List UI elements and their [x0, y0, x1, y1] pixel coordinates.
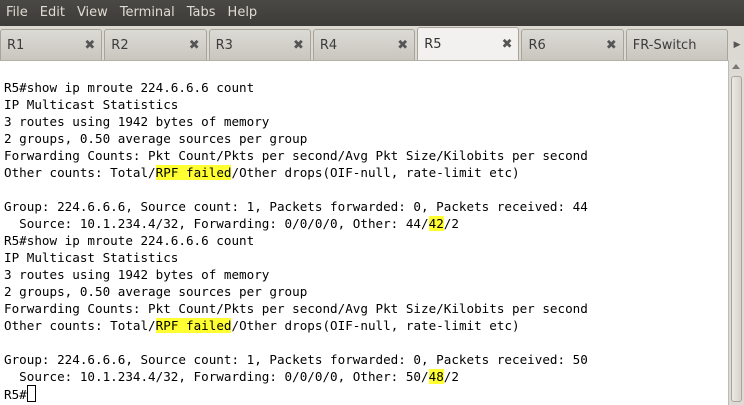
tab-r2[interactable]: R2 ✖ — [104, 29, 207, 60]
terminal-text: 2 groups, 0.50 average sources per group — [4, 131, 308, 146]
terminal-text: IP Multicast Statistics — [4, 97, 179, 112]
close-icon[interactable]: ✖ — [397, 39, 408, 52]
terminal-text: Group: 224.6.6.6, Source count: 1, Packe… — [4, 352, 588, 367]
highlighted-text: RPF failed — [155, 165, 232, 180]
terminal-text: /Other drops(OIF-null, rate-limit etc) — [231, 318, 520, 333]
tab-r5[interactable]: R5 ✖ — [417, 27, 520, 60]
terminal-text: R5#show ip mroute 224.6.6.6 count — [4, 80, 255, 95]
highlighted-text: 48 — [428, 369, 444, 384]
terminal-text: Forwarding Counts: Pkt Count/Pkts per se… — [4, 148, 588, 163]
tab-r6[interactable]: R6 ✖ — [521, 29, 624, 60]
terminal-text: Forwarding Counts: Pkt Count/Pkts per se… — [4, 301, 588, 316]
terminal-line: Group: 224.6.6.6, Source count: 1, Packe… — [4, 198, 728, 215]
tab-bar: R1 ✖ R2 ✖ R3 ✖ R4 ✖ R5 ✖ R6 ✖ FR-Switch ▶ — [0, 26, 744, 60]
menu-terminal[interactable]: Terminal — [114, 0, 181, 26]
terminal-line: Forwarding Counts: Pkt Count/Pkts per se… — [4, 300, 728, 317]
tab-fr-switch[interactable]: FR-Switch — [625, 29, 729, 60]
tab-label: R5 — [424, 36, 442, 52]
menu-tabs[interactable]: Tabs — [181, 0, 222, 26]
terminal-line: Forwarding Counts: Pkt Count/Pkts per se… — [4, 147, 728, 164]
close-icon[interactable]: ✖ — [502, 38, 513, 51]
close-icon[interactable]: ✖ — [606, 39, 617, 52]
terminal-text: Other counts: Total/ — [4, 318, 156, 333]
terminal-line: R5#show ip mroute 224.6.6.6 count — [4, 79, 728, 96]
terminal-text: /2 — [443, 369, 459, 384]
tab-scroll-right-icon[interactable]: ▶ — [730, 29, 744, 60]
terminal-line: Other counts: Total/RPF failed/Other dro… — [4, 317, 728, 334]
tab-r1[interactable]: R1 ✖ — [0, 29, 103, 60]
terminal-line: Group: 224.6.6.6, Source count: 1, Packe… — [4, 351, 728, 368]
tab-r3[interactable]: R3 ✖ — [208, 29, 311, 60]
terminal-text: 3 routes using 1942 bytes of memory — [4, 114, 270, 129]
menu-file[interactable]: File — [0, 0, 34, 26]
scroll-thumb[interactable] — [731, 76, 742, 402]
tab-label: FR-Switch — [632, 37, 697, 53]
terminal-text: R5#show ip mroute 224.6.6.6 count — [4, 233, 255, 248]
terminal-line: R5# — [4, 385, 728, 402]
terminal-line: R5#show ip mroute 224.6.6.6 count — [4, 232, 728, 249]
menu-bar: File Edit View Terminal Tabs Help — [0, 0, 744, 26]
close-icon[interactable]: ✖ — [189, 39, 200, 52]
terminal-text: /2 — [443, 216, 459, 231]
terminal-text: 2 groups, 0.50 average sources per group — [4, 284, 308, 299]
close-icon[interactable]: ✖ — [293, 39, 304, 52]
terminal-text: Group: 224.6.6.6, Source count: 1, Packe… — [4, 199, 588, 214]
terminal-text: Other counts: Total/ — [4, 165, 156, 180]
terminal-line: 2 groups, 0.50 average sources per group — [4, 283, 728, 300]
menu-edit[interactable]: Edit — [34, 0, 71, 26]
tab-r4[interactable]: R4 ✖ — [312, 29, 416, 60]
terminal-text: Source: 10.1.234.4/32, Forwarding: 0/0/0… — [4, 369, 429, 384]
terminal-scrollbar[interactable] — [728, 60, 744, 405]
terminal-text: Source: 10.1.234.4/32, Forwarding: 0/0/0… — [4, 216, 429, 231]
menu-help[interactable]: Help — [222, 0, 264, 26]
terminal-line: IP Multicast Statistics — [4, 249, 728, 266]
terminal-line: Other counts: Total/RPF failed/Other dro… — [4, 164, 728, 181]
terminal-line: 3 routes using 1942 bytes of memory — [4, 113, 728, 130]
tab-label: R4 — [319, 37, 338, 53]
terminal-line: IP Multicast Statistics — [4, 96, 728, 113]
scroll-up-icon[interactable] — [732, 64, 740, 69]
tab-label: R1 — [7, 37, 25, 53]
terminal-cursor — [26, 385, 36, 402]
terminal-text: /Other drops(OIF-null, rate-limit etc) — [231, 165, 520, 180]
tab-label: R6 — [528, 37, 546, 53]
terminal-line: 2 groups, 0.50 average sources per group — [4, 130, 728, 147]
terminal-line: Source: 10.1.234.4/32, Forwarding: 0/0/0… — [4, 368, 728, 385]
highlighted-text: 42 — [428, 216, 444, 231]
terminal-text: R5# — [4, 387, 27, 402]
terminal-line: Source: 10.1.234.4/32, Forwarding: 0/0/0… — [4, 215, 728, 232]
terminal-text: IP Multicast Statistics — [4, 250, 179, 265]
terminal-text: 3 routes using 1942 bytes of memory — [4, 267, 270, 282]
menu-view[interactable]: View — [71, 0, 114, 26]
terminal-line: 3 routes using 1942 bytes of memory — [4, 266, 728, 283]
highlighted-text: RPF failed — [155, 318, 232, 333]
tab-label: R2 — [111, 37, 129, 53]
close-icon[interactable]: ✖ — [84, 39, 95, 52]
tab-label: R3 — [215, 37, 233, 53]
terminal-output[interactable]: R5#show ip mroute 224.6.6.6 count IP Mult… — [0, 60, 728, 405]
